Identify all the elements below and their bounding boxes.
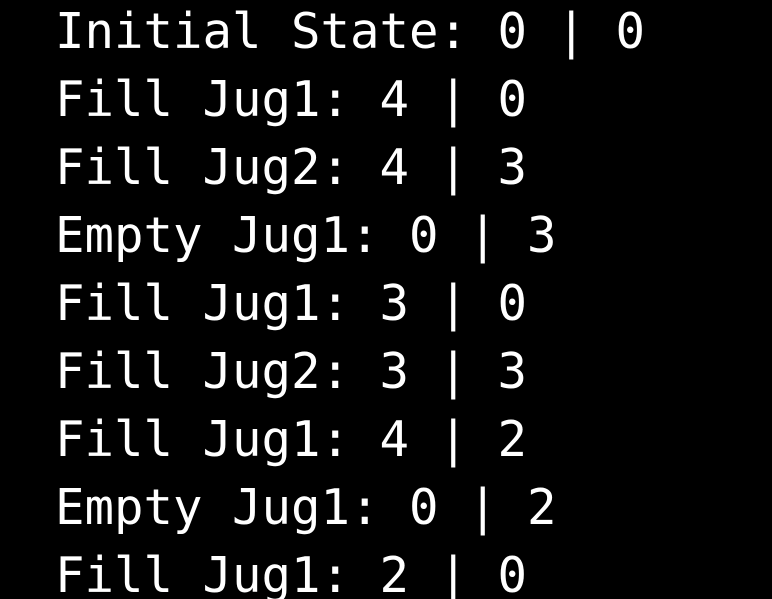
console-line: Empty Jug1: 0 | 3 — [55, 207, 557, 264]
console-line: Fill Jug1: 4 | 0 — [55, 71, 528, 128]
console-line: Initial State: 0 | 0 — [55, 3, 646, 60]
console-line: Empty Jug1: 0 | 2 — [55, 479, 557, 536]
console-line: Fill Jug1: 4 | 2 — [55, 411, 528, 468]
console-line: Fill Jug2: 4 | 3 — [55, 139, 528, 196]
console-output: Initial State: 0 | 0 Fill Jug1: 4 | 0 Fi… — [55, 0, 772, 599]
console-line: Fill Jug1: 3 | 0 — [55, 275, 528, 332]
console-window: Initial State: 0 | 0 Fill Jug1: 4 | 0 Fi… — [0, 0, 772, 599]
console-line: Fill Jug1: 2 | 0 — [55, 547, 528, 599]
console-line: Fill Jug2: 3 | 3 — [55, 343, 528, 400]
